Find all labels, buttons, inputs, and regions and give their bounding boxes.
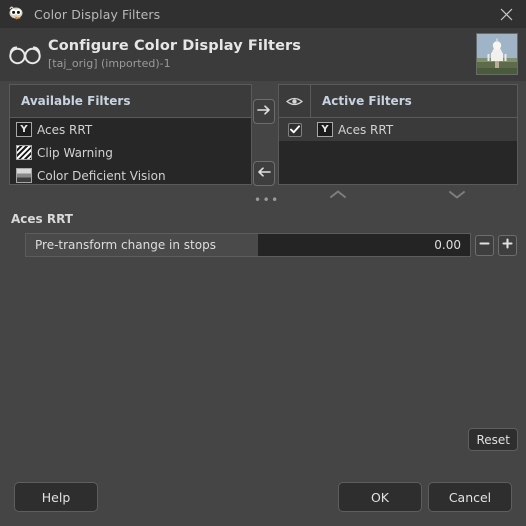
reset-button[interactable]: Reset bbox=[468, 428, 518, 451]
list-item-label: Aces RRT bbox=[338, 122, 394, 137]
list-item[interactable]: Y Aces RRT bbox=[279, 118, 517, 141]
help-button[interactable]: Help bbox=[14, 482, 98, 512]
list-item-label: Clip Warning bbox=[37, 145, 113, 160]
available-filters-header: Available Filters bbox=[10, 85, 251, 118]
list-item-label: Aces RRT bbox=[37, 122, 93, 137]
more-options-icon[interactable]: ••• bbox=[254, 194, 278, 206]
glasses-icon bbox=[8, 39, 42, 69]
active-filters-list[interactable]: Y Aces RRT bbox=[279, 118, 517, 184]
eye-icon bbox=[279, 85, 311, 117]
close-icon[interactable] bbox=[486, 0, 526, 28]
pre-transform-stops-slider[interactable]: Pre-transform change in stops 0.00 bbox=[25, 233, 471, 257]
page-title: Configure Color Display Filters bbox=[48, 37, 301, 54]
filter-lists: Available Filters Y Aces RRT Clip Warnin… bbox=[0, 81, 526, 206]
remove-filter-button[interactable] bbox=[253, 161, 275, 186]
move-filter-up-button[interactable] bbox=[278, 185, 397, 207]
available-filters-list[interactable]: Y Aces RRT Clip Warning Color Deficient … bbox=[10, 118, 251, 184]
clip-warning-icon bbox=[16, 145, 32, 160]
slider-value: 0.00 bbox=[434, 238, 461, 252]
aces-rrt-icon: Y bbox=[317, 122, 333, 137]
available-filters-panel: Available Filters Y Aces RRT Clip Warnin… bbox=[9, 84, 252, 185]
list-item[interactable]: Clip Warning bbox=[10, 141, 251, 164]
arrow-right-icon bbox=[257, 104, 271, 119]
window-title: Color Display Filters bbox=[34, 6, 161, 22]
image-name-subtitle: [taj_orig] (imported)-1 bbox=[48, 56, 171, 70]
dialog-footer: Help OK Cancel bbox=[0, 468, 526, 526]
arrow-left-icon bbox=[257, 166, 271, 181]
decrement-button[interactable] bbox=[475, 234, 494, 256]
filter-enabled-checkbox[interactable] bbox=[279, 122, 311, 137]
minus-icon bbox=[479, 238, 490, 252]
available-filters-header-label: Available Filters bbox=[21, 94, 131, 108]
cancel-button[interactable]: Cancel bbox=[428, 482, 512, 512]
plus-icon bbox=[502, 238, 513, 252]
checkbox bbox=[288, 122, 302, 137]
active-filters-header-label: Active Filters bbox=[322, 94, 412, 108]
list-item-label: Color Deficient Vision bbox=[37, 168, 166, 183]
list-item[interactable]: Color Deficient Vision bbox=[10, 164, 251, 184]
dialog-body: Available Filters Y Aces RRT Clip Warnin… bbox=[0, 81, 526, 468]
chevron-up-icon bbox=[328, 189, 348, 203]
gimp-wilber-icon bbox=[8, 5, 26, 23]
slider-label: Pre-transform change in stops bbox=[35, 238, 216, 252]
increment-button[interactable] bbox=[498, 234, 517, 256]
move-filter-down-button[interactable] bbox=[397, 185, 516, 207]
titlebar: Color Display Filters bbox=[0, 0, 526, 28]
active-filters-header: Active Filters bbox=[279, 85, 517, 118]
transfer-buttons: ••• bbox=[252, 81, 278, 206]
list-item[interactable]: Y Aces RRT bbox=[10, 118, 251, 141]
aces-rrt-icon: Y bbox=[16, 122, 32, 137]
color-deficient-vision-icon bbox=[16, 168, 32, 183]
parameter-section-title: Aces RRT bbox=[11, 212, 73, 226]
active-filters-panel: Active Filters Y Aces RRT bbox=[278, 84, 518, 185]
color-display-filters-dialog: Color Display Filters Configure Color Di… bbox=[0, 0, 526, 526]
chevron-down-icon bbox=[447, 189, 467, 203]
ok-button[interactable]: OK bbox=[338, 482, 422, 512]
dialog-header: Configure Color Display Filters [taj_ori… bbox=[0, 28, 526, 81]
header-texts: Configure Color Display Filters [taj_ori… bbox=[48, 38, 476, 70]
parameter-slider-row: Pre-transform change in stops 0.00 bbox=[25, 233, 517, 257]
image-thumbnail bbox=[476, 33, 518, 75]
reorder-buttons bbox=[278, 185, 516, 207]
add-filter-button[interactable] bbox=[253, 99, 275, 124]
